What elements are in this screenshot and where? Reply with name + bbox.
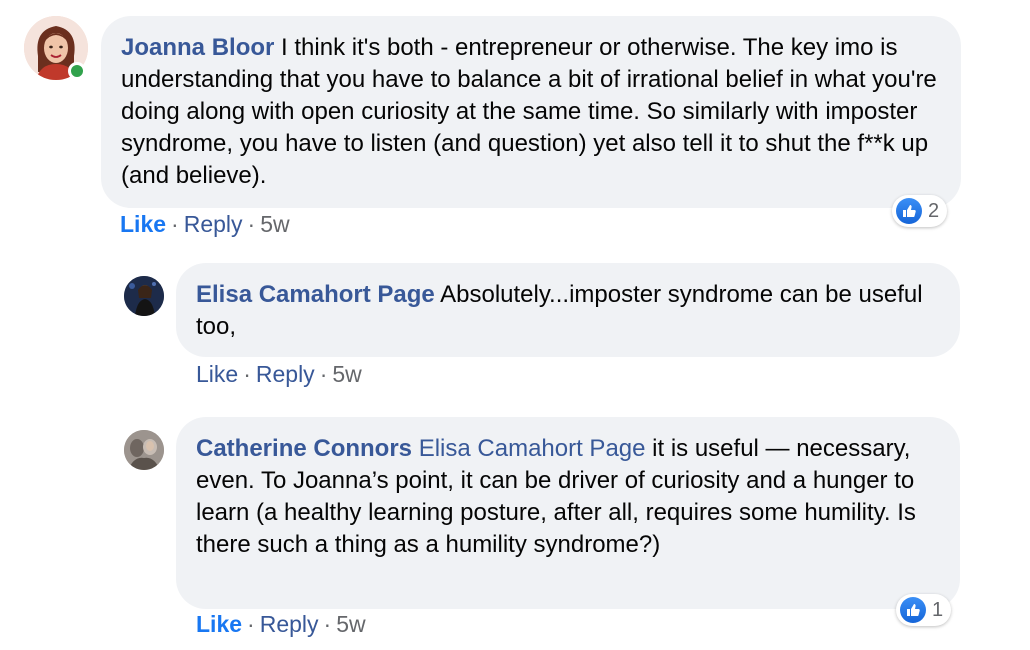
reaction-count: 1 bbox=[932, 598, 944, 621]
comment-bubble: Catherine Connors Elisa Camahort Page it… bbox=[176, 417, 960, 609]
timestamp[interactable]: 5w bbox=[332, 361, 361, 387]
separator: · bbox=[243, 361, 251, 387]
comment-actions: Like · Reply · 5w bbox=[120, 211, 290, 238]
comment-actions: Like · Reply · 5w bbox=[196, 361, 362, 388]
like-button[interactable]: Like bbox=[120, 211, 166, 237]
avatar-elisa-camahort-page[interactable] bbox=[124, 276, 164, 316]
reply-button[interactable]: Reply bbox=[184, 211, 243, 237]
comment-author[interactable]: Elisa Camahort Page bbox=[196, 281, 435, 308]
separator: · bbox=[171, 211, 179, 237]
reply-button[interactable]: Reply bbox=[260, 611, 319, 637]
avatar-elisa-image bbox=[124, 276, 164, 316]
mention-link[interactable]: Elisa Camahort Page bbox=[419, 435, 646, 462]
separator: · bbox=[247, 611, 255, 637]
separator: · bbox=[323, 611, 332, 637]
separator: · bbox=[247, 211, 256, 237]
thumbs-up-icon bbox=[900, 597, 926, 623]
comment-author[interactable]: Joanna Bloor bbox=[121, 34, 274, 61]
timestamp[interactable]: 5w bbox=[260, 211, 289, 237]
comment-bubble: Elisa Camahort Page Absolutely...imposte… bbox=[176, 263, 960, 357]
avatar-catherine-image bbox=[124, 430, 164, 470]
timestamp[interactable]: 5w bbox=[336, 611, 365, 637]
thumbs-up-icon bbox=[896, 198, 922, 224]
reaction-count: 2 bbox=[928, 199, 940, 222]
online-status-icon bbox=[68, 62, 86, 80]
reply-button[interactable]: Reply bbox=[256, 361, 315, 387]
like-button[interactable]: Like bbox=[196, 611, 242, 637]
separator: · bbox=[319, 361, 328, 387]
avatar-catherine-connors[interactable] bbox=[124, 430, 164, 470]
reaction-count-badge[interactable]: 2 bbox=[892, 195, 948, 227]
comment-actions: Like · Reply · 5w bbox=[196, 611, 366, 638]
like-button[interactable]: Like bbox=[196, 361, 238, 387]
comment-bubble: Joanna Bloor I think it's both - entrepr… bbox=[101, 16, 961, 208]
reaction-count-badge[interactable]: 1 bbox=[896, 594, 952, 626]
comment-author[interactable]: Catherine Connors bbox=[196, 435, 412, 462]
